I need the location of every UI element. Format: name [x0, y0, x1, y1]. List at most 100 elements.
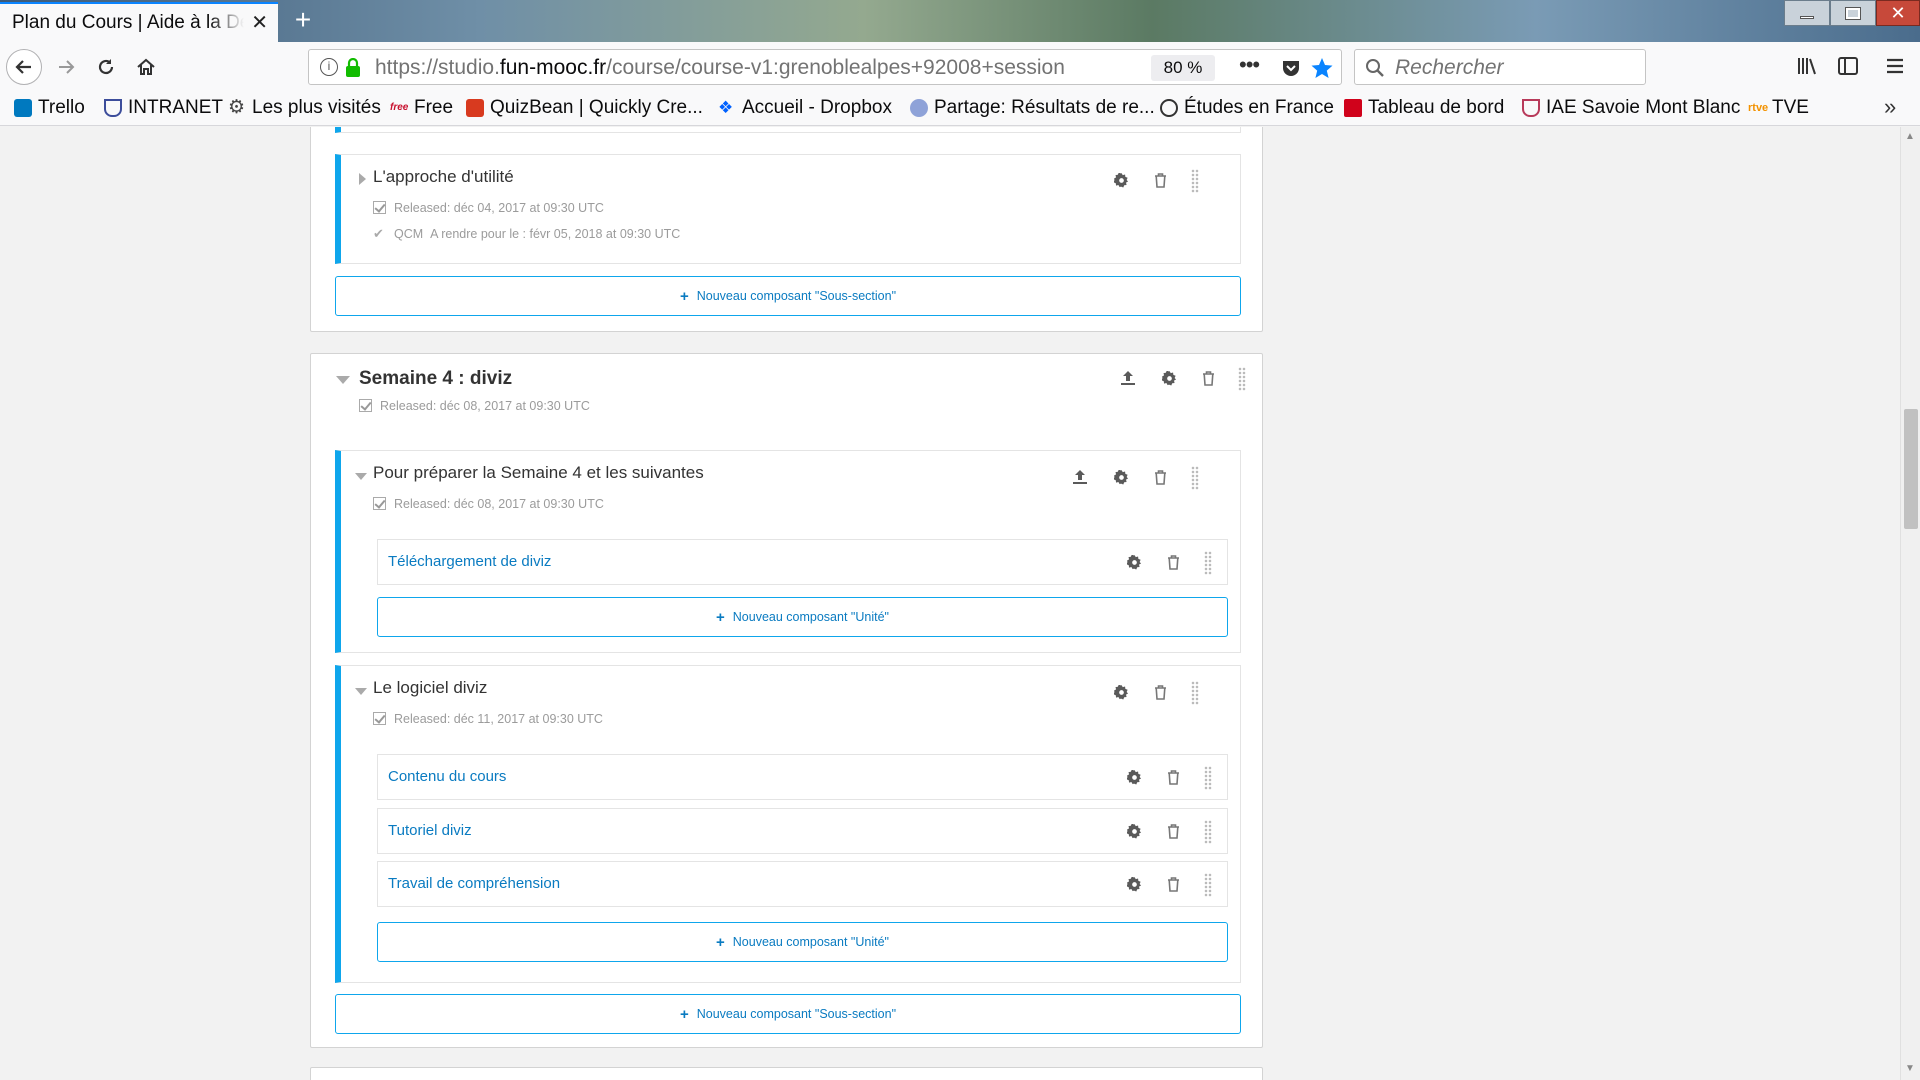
settings-gear-icon[interactable] [1112, 468, 1130, 486]
drag-handle-icon[interactable] [1204, 551, 1212, 575]
plus-icon: + [716, 933, 725, 951]
forward-button[interactable] [48, 49, 84, 85]
pocket-icon[interactable] [1281, 58, 1301, 78]
check-icon: ✔ [373, 226, 384, 241]
page-actions-icon[interactable]: ••• [1239, 52, 1260, 78]
add-subsection-button[interactable]: + Nouveau composant "Sous-section" [335, 994, 1241, 1034]
settings-gear-icon[interactable] [1112, 171, 1130, 189]
bookmark-trello[interactable]: Trello [14, 94, 85, 122]
delete-trash-icon[interactable] [1151, 171, 1169, 189]
section-next-clipped [310, 1067, 1263, 1080]
bookmark-free[interactable]: free Free [390, 94, 453, 122]
search-bar[interactable]: Rechercher [1354, 49, 1646, 85]
close-window-button[interactable]: ✕ [1876, 0, 1920, 26]
settings-gear-icon[interactable] [1125, 875, 1143, 893]
unit-link[interactable]: Téléchargement de diviz [388, 553, 551, 570]
maximize-button[interactable] [1830, 0, 1876, 26]
publish-upload-icon[interactable] [1071, 468, 1089, 486]
back-arrow-icon [15, 60, 31, 74]
url-text[interactable]: https://studio.fun-mooc.fr/course/course… [375, 56, 1115, 80]
trello-icon [14, 99, 32, 117]
drag-handle-icon[interactable] [1204, 820, 1212, 844]
bookmark-intranet[interactable]: INTRANET [104, 94, 223, 122]
bookmark-quizbean[interactable]: QuizBean | Quickly Cre... [466, 94, 703, 122]
delete-trash-icon[interactable] [1151, 468, 1169, 486]
delete-trash-icon[interactable] [1199, 369, 1217, 387]
bookmark-tve[interactable]: rtve TVE [1748, 94, 1809, 122]
plus-icon: + [716, 608, 725, 626]
bookmark-most-visited[interactable]: ⚙ Les plus visités [228, 94, 381, 122]
release-date: Released: déc 11, 2017 at 09:30 UTC [373, 712, 603, 726]
quizbean-icon [466, 99, 484, 117]
settings-gear-icon[interactable] [1160, 369, 1178, 387]
more-bookmarks-icon[interactable]: » [1884, 94, 1896, 120]
delete-trash-icon[interactable] [1164, 553, 1182, 571]
delete-trash-icon[interactable] [1164, 822, 1182, 840]
drag-handle-icon[interactable] [1204, 873, 1212, 897]
collapse-caret-icon[interactable] [336, 376, 350, 384]
sidebar-icon[interactable] [1838, 56, 1858, 76]
release-date: Released: déc 04, 2017 at 09:30 UTC [373, 201, 604, 215]
drag-handle-icon[interactable] [1191, 466, 1199, 490]
collapse-caret-icon[interactable] [355, 688, 367, 695]
menu-icon[interactable] [1885, 56, 1905, 76]
tab-close-icon[interactable]: ✕ [251, 10, 268, 35]
settings-gear-icon[interactable] [1112, 683, 1130, 701]
bookmarks-toolbar: Trello INTRANET ⚙ Les plus visités free Fr… [0, 90, 1920, 126]
back-button[interactable] [6, 49, 42, 85]
publish-upload-icon[interactable] [1119, 369, 1137, 387]
settings-gear-icon[interactable] [1125, 822, 1143, 840]
settings-gear-icon[interactable] [1125, 553, 1143, 571]
unit-telechargement-diviz: Téléchargement de diviz [377, 539, 1228, 585]
bookmark-iae[interactable]: IAE Savoie Mont Blanc [1522, 94, 1740, 122]
zoom-level[interactable]: 80 % [1151, 55, 1215, 81]
browser-tab[interactable]: Plan du Cours | Aide à la Dé ✕ [0, 2, 278, 42]
section-title[interactable]: Semaine 4 : diviz [359, 368, 512, 390]
bookmark-etudes-en-france[interactable]: Études en France [1160, 94, 1334, 122]
search-placeholder: Rechercher [1395, 56, 1504, 79]
home-button[interactable] [128, 49, 164, 85]
dropbox-icon: ❖ [718, 98, 734, 117]
scrollbar-thumb[interactable] [1904, 409, 1918, 529]
url-bar[interactable]: i https://studio.fun-mooc.fr/course/cour… [308, 49, 1342, 85]
delete-trash-icon[interactable] [1151, 683, 1169, 701]
scroll-down-icon[interactable]: ▼ [1905, 1063, 1915, 1074]
bookmark-tableau-de-bord[interactable]: Tableau de bord [1344, 94, 1504, 122]
subsection-approche-utilite: L'approche d'utilité Released: déc 04, 2… [335, 154, 1241, 264]
scroll-up-icon[interactable]: ▲ [1905, 131, 1915, 142]
unit-link[interactable]: Travail de compréhension [388, 875, 560, 892]
drag-handle-icon[interactable] [1191, 681, 1199, 705]
intranet-icon [104, 99, 122, 117]
subsection-title[interactable]: Le logiciel diviz [373, 678, 487, 698]
drag-handle-icon[interactable] [1204, 766, 1212, 790]
unit-tutoriel-diviz: Tutoriel diviz [377, 808, 1228, 854]
library-icon[interactable] [1797, 56, 1819, 76]
due-date: ✔ QCM A rendre pour le : févr 05, 2018 at… [373, 226, 681, 241]
bookmark-star-icon[interactable] [1311, 57, 1333, 79]
add-unit-button[interactable]: + Nouveau composant "Unité" [377, 922, 1228, 962]
vertical-scrollbar[interactable]: ▲ ▼ [1900, 127, 1920, 1080]
add-subsection-button[interactable]: + Nouveau composant "Sous-section" [335, 276, 1241, 316]
bookmark-partage[interactable]: Partage: Résultats de re... [910, 94, 1155, 122]
collapse-caret-icon[interactable] [355, 473, 367, 480]
drag-handle-icon[interactable] [1238, 367, 1246, 391]
expand-caret-icon[interactable] [359, 173, 366, 185]
unit-link[interactable]: Contenu du cours [388, 768, 506, 785]
new-tab-icon[interactable]: + [288, 6, 318, 36]
subsection-title[interactable]: L'approche d'utilité [373, 167, 514, 187]
delete-trash-icon[interactable] [1164, 875, 1182, 893]
settings-gear-icon[interactable] [1125, 768, 1143, 786]
info-icon[interactable]: i [320, 58, 338, 76]
checkbox-icon [373, 201, 386, 214]
delete-trash-icon[interactable] [1164, 768, 1182, 786]
drag-handle-icon[interactable] [1191, 169, 1199, 193]
section-previous: L'approche d'utilité Released: déc 04, 2… [310, 127, 1263, 332]
add-unit-button[interactable]: + Nouveau composant "Unité" [377, 597, 1228, 637]
subsection-title[interactable]: Pour préparer la Semaine 4 et les suivan… [373, 463, 704, 483]
bookmark-dropbox[interactable]: ❖ Accueil - Dropbox [718, 94, 892, 122]
unit-link[interactable]: Tutoriel diviz [388, 822, 472, 839]
reload-button[interactable] [88, 49, 124, 85]
release-date: Released: déc 08, 2017 at 09:30 UTC [373, 497, 604, 511]
minimize-button[interactable] [1784, 0, 1830, 26]
tve-icon: rtve [1748, 102, 1769, 114]
